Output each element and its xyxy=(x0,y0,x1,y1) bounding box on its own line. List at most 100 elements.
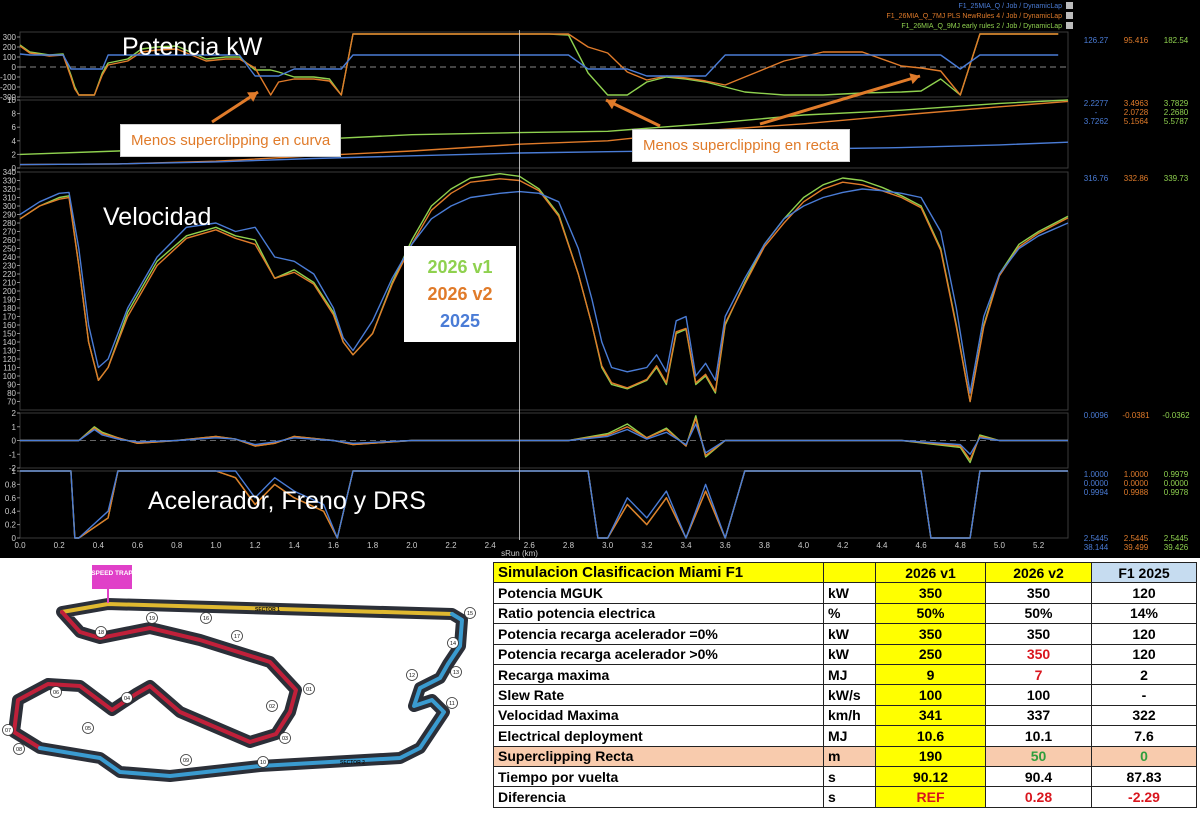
sector-2-label: SECTOR 2 xyxy=(340,760,365,766)
table-row: Velocidad Maxima km/h 341 337 322 xyxy=(493,704,1197,727)
x-tick-label: 3.4 xyxy=(680,541,692,550)
corner-number: 02 xyxy=(269,704,275,710)
row-value-2025: 120 xyxy=(1091,643,1197,665)
row-value-v1: 50% xyxy=(875,602,986,625)
corner-number: 08 xyxy=(16,747,22,753)
y-tick-label: 0.2 xyxy=(5,521,17,530)
x-tick-label: 1.2 xyxy=(250,541,262,550)
chart-background xyxy=(0,0,1200,558)
row-unit: kW xyxy=(823,623,876,645)
corner-number: 05 xyxy=(85,726,91,732)
speed-readout: 316.76 xyxy=(1084,174,1109,183)
lat-readout: 0.0096 xyxy=(1084,411,1109,420)
row-value-2025: 87.83 xyxy=(1091,765,1197,788)
row-unit: kW xyxy=(823,582,876,604)
lat-readout: -0.0381 xyxy=(1122,411,1150,420)
table-row: Diferencia s REF 0.28 -2.29 xyxy=(493,786,1197,808)
curve-annotation: Menos superclipping en curva xyxy=(120,124,342,157)
table-row: Potencia recarga acelerador >0% kW 250 350 1… xyxy=(493,643,1197,665)
y-tick-label: 0 xyxy=(12,63,17,72)
row-label: Diferencia xyxy=(493,786,824,808)
row-value-2025: 2 xyxy=(1091,663,1197,686)
soc-readout: - xyxy=(1095,108,1098,117)
table-body: Potencia MGUK kW 350 350 120 Ratio potencia e… xyxy=(493,582,1197,808)
soc-readout: 2.0728 xyxy=(1124,108,1149,117)
row-value-v2: 350 xyxy=(985,582,1092,604)
x-tick-label: 2.4 xyxy=(485,541,497,550)
row-value-v1: 341 xyxy=(875,704,986,727)
row-value-v2: 50% xyxy=(985,602,1092,625)
x-tick-label: 2.8 xyxy=(563,541,575,550)
row-value-v1: 90.12 xyxy=(875,765,986,788)
row-value-v1: 9 xyxy=(875,663,986,686)
corner-number: 11 xyxy=(449,701,455,707)
row-label: Potencia recarga acelerador =0% xyxy=(493,623,824,645)
corner-number: 15 xyxy=(467,611,473,617)
bottom-readout: 38.144 xyxy=(1084,543,1109,552)
bottom-readout: 2.5445 xyxy=(1124,534,1149,543)
row-value-2025: 120 xyxy=(1091,623,1197,645)
corner-number: 07 xyxy=(5,728,11,734)
source-toggle-1 xyxy=(1066,12,1073,19)
table-row: Superclipping Recta m 190 50 0 xyxy=(493,745,1197,767)
x-tick-label: 1.6 xyxy=(328,541,340,550)
pedal-readout: 0.9978 xyxy=(1164,488,1189,497)
y-tick-label: 0 xyxy=(12,437,17,446)
soc-readout: 5.1564 xyxy=(1124,117,1149,126)
simulation-table: Simulacion Clasificacion Miami F1 2026 v… xyxy=(493,561,1197,808)
row-value-v1: 10.6 xyxy=(875,725,986,747)
row-label: Electrical deployment xyxy=(493,725,824,747)
row-unit: kW xyxy=(823,643,876,665)
x-tick-label: 5.2 xyxy=(1033,541,1045,550)
x-tick-label: 4.2 xyxy=(837,541,849,550)
soc-readout: 2.2277 xyxy=(1084,99,1109,108)
row-value-v2: 350 xyxy=(985,643,1092,665)
speed-readout: 339.73 xyxy=(1164,174,1189,183)
soc-readout: 5.5787 xyxy=(1164,117,1189,126)
legend-2026-v2: 2026 v2 xyxy=(427,283,493,304)
power-readout: 182.54 xyxy=(1164,36,1189,45)
row-unit: m xyxy=(823,745,876,767)
row-unit: km/h xyxy=(823,704,876,727)
table-title: Simulacion Clasificacion Miami F1 xyxy=(493,561,824,584)
row-label: Slew Rate xyxy=(493,684,824,706)
row-unit: kW/s xyxy=(823,684,876,706)
x-tick-label: 0.8 xyxy=(171,541,183,550)
power-readout: 126.27 xyxy=(1084,36,1109,45)
corner-number: 10 xyxy=(260,760,266,766)
x-tick-label: 4.0 xyxy=(798,541,810,550)
y-tick-label: 2 xyxy=(12,150,17,159)
corner-number: 06 xyxy=(53,690,59,696)
corner-number: 19 xyxy=(149,616,155,622)
row-value-v1: 190 xyxy=(875,745,986,767)
corner-number: 01 xyxy=(306,687,312,693)
source-label-1: F1_26MIA_Q_7MJ PLS NewRules 4 / Job / Dy… xyxy=(887,13,1063,20)
pedal-readout: 0.0000 xyxy=(1124,479,1149,488)
x-axis-label: sRun (km) xyxy=(501,549,538,558)
bottom-readout: 39.499 xyxy=(1124,543,1149,552)
corner-number: 12 xyxy=(409,673,415,679)
row-value-v2: 90.4 xyxy=(985,765,1092,788)
row-unit: s xyxy=(823,765,876,788)
x-tick-label: 3.8 xyxy=(759,541,771,550)
table-header-2025: F1 2025 xyxy=(1091,561,1197,584)
x-tick-label: 3.0 xyxy=(602,541,614,550)
legend-2025: 2025 xyxy=(439,310,481,331)
y-tick-label: 8 xyxy=(12,110,17,119)
y-tick-label: 200 xyxy=(3,43,17,52)
x-tick-label: 3.6 xyxy=(720,541,732,550)
pedal-readout: 0.0000 xyxy=(1164,479,1189,488)
track-outline xyxy=(8,598,468,782)
pedal-readout: 0.0000 xyxy=(1084,479,1109,488)
source-label-0: F1_25MIA_Q / Job / DynamicLap xyxy=(959,3,1063,10)
x-tick-label: 0.2 xyxy=(54,541,66,550)
x-tick-label: 4.4 xyxy=(876,541,888,550)
y-tick-label: 2 xyxy=(12,409,17,418)
y-tick-label: 6 xyxy=(12,123,17,132)
row-value-v1: 350 xyxy=(875,582,986,604)
row-value-v1: REF xyxy=(875,786,986,808)
soc-readout: 3.7829 xyxy=(1164,99,1189,108)
speed-panel-title: Velocidad xyxy=(103,203,212,231)
x-tick-label: 0.4 xyxy=(93,541,105,550)
row-value-2025: 7.6 xyxy=(1091,725,1197,747)
